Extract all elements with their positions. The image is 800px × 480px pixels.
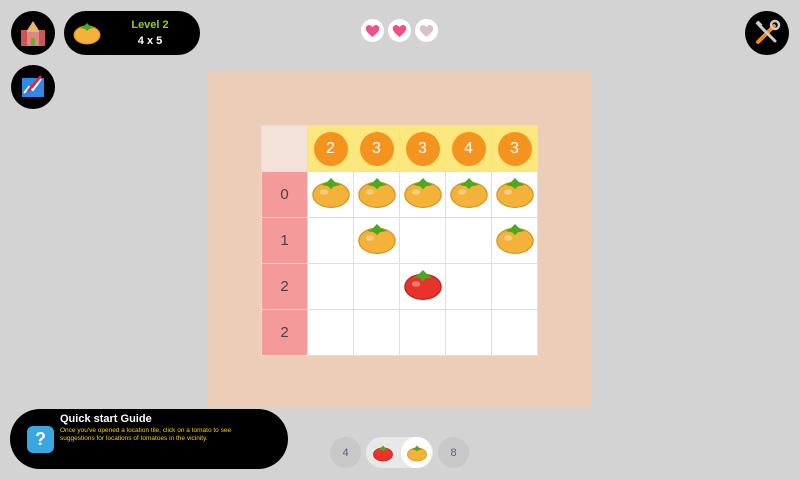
grid-cell[interactable] (307, 217, 354, 264)
heart-3 (415, 19, 438, 42)
home-button[interactable] (11, 11, 55, 55)
yellow-tomato-icon (449, 178, 488, 208)
tools-icon (755, 19, 781, 44)
yellow-tomato-icon (495, 178, 534, 208)
grid-cell[interactable] (491, 171, 538, 218)
row-clue: 2 (261, 263, 308, 310)
heart-1 (361, 19, 384, 42)
grid-cell[interactable] (353, 171, 400, 218)
heart-icon (392, 24, 407, 37)
heart-icon (419, 24, 434, 37)
red-tomato-icon (372, 445, 393, 461)
guide-title: Quick start Guide (60, 413, 152, 425)
column-clue: 3 (497, 131, 532, 166)
grid-corner (261, 125, 308, 172)
column-clue-cell: 2 (307, 125, 354, 172)
grid-cell[interactable] (399, 309, 446, 356)
level-indicator: Level 2 4 x 5 (64, 11, 200, 55)
column-clue-cell: 4 (445, 125, 492, 172)
grid-cell[interactable] (445, 263, 492, 310)
column-clue: 4 (451, 131, 486, 166)
grid-cell[interactable] (399, 263, 446, 310)
grid-cell[interactable] (353, 217, 400, 264)
chart-icon (22, 75, 44, 97)
grid-cell[interactable] (307, 263, 354, 310)
stats-button[interactable] (11, 65, 55, 109)
quick-start-guide: ? Quick start Guide Once you've opened a… (10, 409, 288, 469)
puzzle-grid: 233430122 (261, 125, 538, 356)
guide-body: Once you've opened a location tile, clic… (60, 427, 232, 442)
heart-icon (365, 24, 380, 37)
red-tomato-icon (403, 270, 442, 300)
column-clue: 3 (359, 131, 394, 166)
yellow-tomato-icon (357, 224, 396, 254)
red-tomato-count: 4 (330, 437, 361, 468)
grid-cell[interactable] (445, 217, 492, 264)
yellow-tomato-icon (357, 178, 396, 208)
yellow-tomato-icon (311, 178, 350, 208)
grid-cell[interactable] (491, 309, 538, 356)
grid-cell[interactable] (399, 171, 446, 218)
row-clue: 2 (261, 309, 308, 356)
row-clue: 1 (261, 217, 308, 264)
level-size: 4 x 5 (137, 35, 163, 47)
grid-cell[interactable] (445, 171, 492, 218)
help-icon[interactable]: ? (27, 426, 54, 453)
column-clue-cell: 3 (399, 125, 446, 172)
yellow-tomato-icon (406, 445, 427, 461)
grid-cell[interactable] (445, 309, 492, 356)
column-clue-cell: 3 (491, 125, 538, 172)
grid-cell[interactable] (399, 217, 446, 264)
grid-cell[interactable] (353, 309, 400, 356)
level-title: Level 2 (131, 19, 169, 31)
tomato-toggle[interactable] (366, 437, 433, 468)
yellow-tomato-option[interactable] (401, 437, 432, 468)
column-clue: 3 (405, 131, 440, 166)
grid-cell[interactable] (353, 263, 400, 310)
yellow-tomato-icon (73, 23, 101, 45)
grid-cell[interactable] (307, 171, 354, 218)
yellow-tomato-icon (403, 178, 442, 208)
settings-button[interactable] (745, 11, 789, 55)
heart-2 (388, 19, 411, 42)
lives-indicator (361, 19, 438, 42)
yellow-tomato-icon (495, 224, 534, 254)
yellow-tomato-count: 8 (438, 437, 469, 468)
grid-cell[interactable] (307, 309, 354, 356)
row-clue: 0 (261, 171, 308, 218)
column-clue: 2 (313, 131, 348, 166)
grid-cell[interactable] (491, 217, 538, 264)
castle-icon (21, 21, 45, 46)
column-clue-cell: 3 (353, 125, 400, 172)
grid-cell[interactable] (491, 263, 538, 310)
red-tomato-option[interactable] (367, 437, 398, 468)
